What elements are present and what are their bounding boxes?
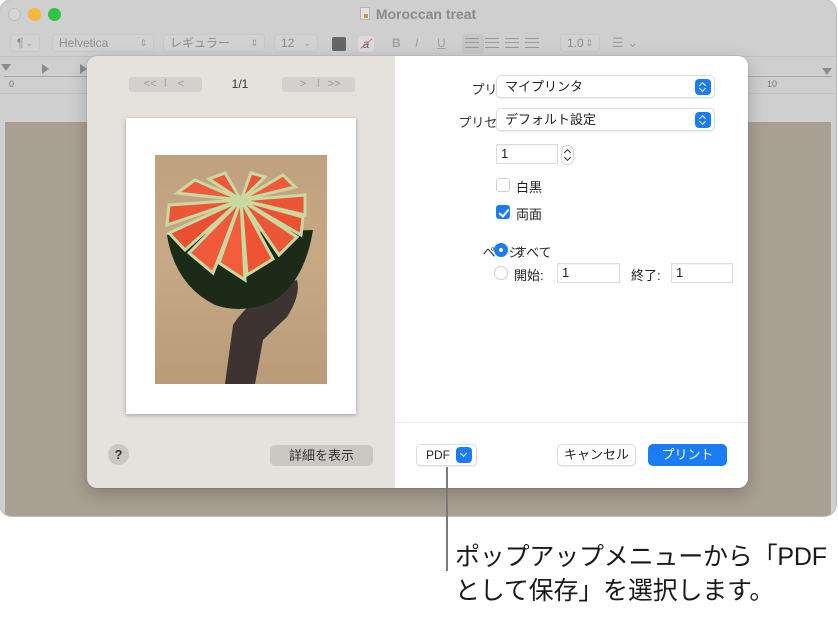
pages-from-label: 開始: — [514, 268, 544, 283]
window-title: Moroccan treat — [0, 6, 836, 22]
chevron-down-icon: ⌄ — [25, 38, 33, 48]
title-bar: Moroccan treat — [0, 0, 836, 30]
watermelon-photo — [155, 155, 327, 384]
pages-from-field[interactable]: 1 — [557, 263, 620, 283]
format-toolbar: ¶ ⌄ Helvetica ⇕ レギュラー ⇕ 12 ⌄ B I U 1.0 ⇕ ☰ ⌄ — [0, 30, 836, 57]
copies-stepper[interactable] — [561, 145, 574, 165]
print-button[interactable]: プリント — [648, 444, 727, 466]
updown-icon — [695, 112, 711, 128]
footer-divider — [395, 422, 748, 423]
tab-stop-marker[interactable] — [42, 64, 49, 74]
updown-icon: ⇕ — [585, 38, 593, 48]
first-line-indent-marker[interactable] — [1, 64, 11, 71]
line-spacing-menu[interactable]: 1.0 ⇕ — [560, 34, 600, 52]
pages-all-label: すべて — [514, 245, 552, 260]
updown-icon — [695, 79, 711, 95]
printer-value: マイプリンタ — [505, 79, 584, 94]
callout-line-1: ポップアップメニューから「PDF — [455, 543, 827, 571]
pages-to-field[interactable]: 1 — [671, 263, 733, 283]
pages-to-label: 終了: — [631, 268, 661, 283]
last-page-button[interactable]: >> — [319, 77, 349, 92]
pages-range-radio[interactable] — [494, 266, 508, 280]
print-preview-pane: << < 1/1 > >> ? 詳細を表示 — [87, 56, 395, 488]
font-style-menu[interactable]: レギュラー ⇕ — [163, 34, 265, 52]
show-details-button[interactable]: 詳細を表示 — [270, 445, 373, 466]
list-bullets-icon[interactable]: ☰ ⌄ — [612, 35, 638, 51]
black-and-white-label: 白黒 — [516, 180, 543, 195]
text-color-well[interactable] — [332, 37, 346, 51]
align-justify-icon[interactable] — [525, 38, 539, 48]
chevron-down-icon: ⌄ — [303, 38, 311, 48]
first-page-button[interactable]: << — [135, 77, 165, 92]
font-size-value: 12 — [281, 36, 295, 50]
bold-button[interactable]: B — [392, 35, 401, 51]
two-sided-label: 両面 — [516, 207, 543, 222]
align-center-icon[interactable] — [485, 38, 499, 48]
pages-all-radio[interactable] — [494, 243, 508, 257]
ruler-number: 0 — [9, 79, 15, 89]
callout-line-2: として保存」を選択します。 — [455, 577, 775, 605]
updown-icon: ⇕ — [139, 38, 147, 48]
paragraph-icon: ¶ — [17, 36, 24, 50]
preset-popup[interactable]: デフォルト設定 — [496, 108, 715, 131]
pdf-label: PDF — [426, 448, 450, 462]
chevron-down-icon — [456, 447, 472, 463]
preset-value: デフォルト設定 — [505, 112, 597, 127]
alignment-buttons — [462, 34, 550, 52]
updown-icon: ⇕ — [250, 38, 258, 48]
pdf-menu-button[interactable]: PDF — [416, 444, 477, 466]
line-spacing-value: 1.0 — [567, 36, 584, 50]
preview-back-controls: << < — [129, 77, 202, 92]
previous-page-button[interactable]: < — [166, 77, 196, 92]
highlight-color-button[interactable]: a — [358, 36, 374, 52]
align-right-icon[interactable] — [505, 38, 519, 48]
font-style-value: レギュラー — [170, 36, 231, 50]
font-size-field[interactable]: 12 ⌄ — [274, 34, 318, 52]
two-sided-checkbox[interactable] — [496, 205, 510, 219]
callout-pointer-line — [446, 467, 448, 571]
window-title-text: Moroccan treat — [375, 6, 477, 22]
ruler-number: 10 — [767, 79, 778, 89]
printer-popup[interactable]: マイプリンタ — [496, 75, 715, 98]
font-family-value: Helvetica — [59, 36, 109, 50]
align-left-icon[interactable] — [465, 38, 479, 48]
paragraph-style-menu[interactable]: ¶ ⌄ — [10, 34, 40, 52]
document-icon — [359, 7, 370, 20]
print-dialog: << < 1/1 > >> ? 詳細を表示 マイプリンタ プリセット: デフォル… — [87, 56, 748, 488]
watermelon-illustration — [165, 171, 313, 384]
font-family-menu[interactable]: Helvetica ⇕ — [52, 34, 154, 52]
page-counter: 1/1 — [231, 77, 249, 91]
cancel-button[interactable]: キャンセル — [557, 444, 636, 466]
black-and-white-checkbox[interactable] — [496, 178, 510, 192]
callout-text: ポップアップメニューから「PDF として保存」を選択します。 — [455, 540, 838, 608]
help-button[interactable]: ? — [108, 444, 129, 465]
preview-forward-controls: > >> — [282, 77, 355, 92]
print-settings-pane: プリンタ: マイプリンタ プリセット: デフォルト設定 部数: 1 白黒 両面 … — [395, 56, 748, 488]
copies-field[interactable]: 1 — [496, 144, 558, 164]
underline-button[interactable]: U — [437, 35, 446, 51]
preview-page — [126, 118, 356, 414]
next-page-button[interactable]: > — [288, 77, 318, 92]
right-indent-marker[interactable] — [822, 68, 832, 75]
tab-stop-marker[interactable] — [80, 64, 87, 74]
italic-button[interactable]: I — [415, 35, 418, 51]
